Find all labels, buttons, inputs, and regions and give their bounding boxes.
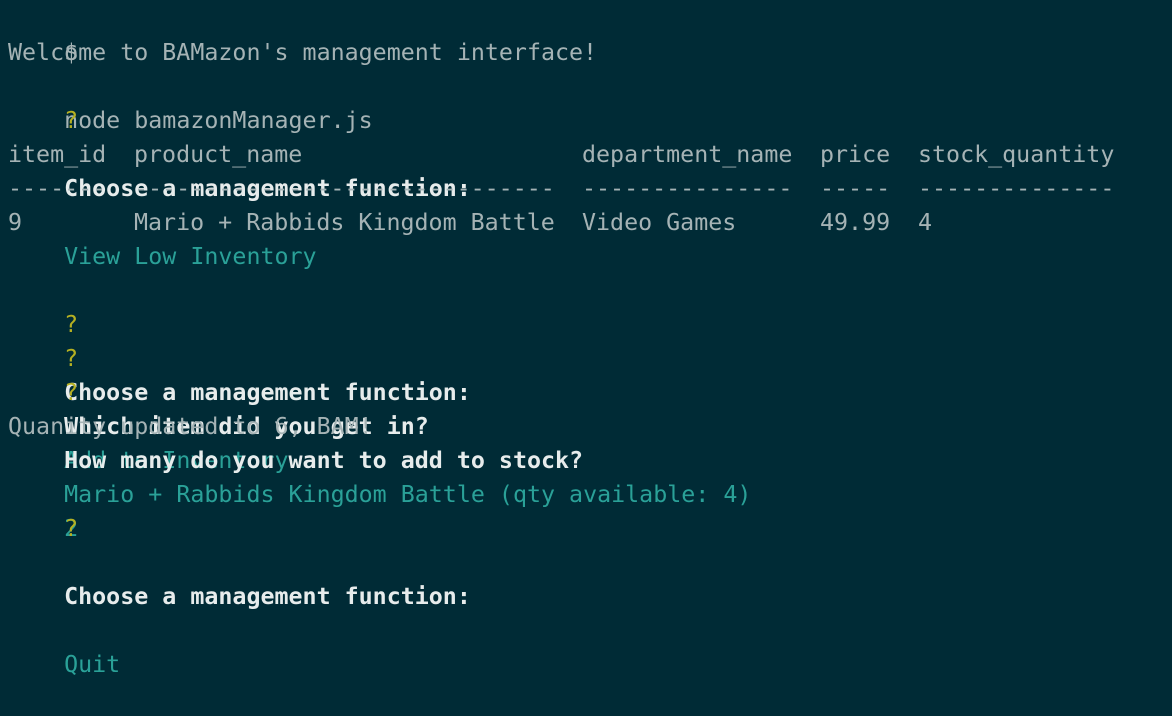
question-mark-icon: ?: [64, 515, 79, 542]
table-separator: --------------: [918, 175, 1115, 202]
command-text: node bamazonManager.js: [64, 107, 373, 134]
prompt-line: ? How many do you want to add to stock? …: [8, 342, 583, 542]
prompt-question: Choose a management function:: [64, 583, 471, 610]
prompt-question: Choose a management function:: [64, 379, 471, 406]
prompt-line: ? Choose a management function: Add to I…: [8, 274, 471, 474]
prompt-line: ? Choose a management function: Quit: [8, 478, 471, 678]
prompt-line: ? Which item did you get in? Mario + Rab…: [8, 308, 751, 508]
table-separator: ------------------------------: [134, 175, 555, 202]
question-mark-icon: ?: [64, 379, 79, 406]
table-separator: -------: [8, 175, 107, 202]
table-cell-product-name: Mario + Rabbids Kingdom Battle: [134, 209, 555, 236]
table-header-price: price: [820, 141, 891, 168]
question-mark-icon: ?: [64, 107, 79, 134]
table-separator: ---------------: [582, 175, 793, 202]
table-header-item-id: item_id: [8, 141, 107, 168]
welcome-message: Welcome to BAMazon's management interfac…: [8, 39, 598, 66]
table-cell-price: 49.99: [820, 209, 891, 236]
table-header-product-name: product_name: [134, 141, 303, 168]
table-header-stock-quantity: stock_quantity: [918, 141, 1115, 168]
prompt-answer: View Low Inventory: [64, 243, 317, 270]
table-separator: -----: [820, 175, 891, 202]
status-message: Quanity updated to 6, BAM!: [8, 413, 373, 440]
prompt-question: How many do you want to add to stock?: [64, 447, 584, 474]
prompt-answer: Quit: [64, 651, 121, 678]
command-line: $ node bamazonManager.js: [8, 2, 373, 134]
table-cell-department-name: Video Games: [582, 209, 737, 236]
table-cell-stock-quantity: 4: [918, 209, 933, 236]
terminal-window[interactable]: $ node bamazonManager.js Welcome to BAMa…: [0, 0, 1172, 678]
table-cell-item-id: 9: [8, 209, 23, 236]
table-header-department-name: department_name: [582, 141, 793, 168]
prompt-line: ? Choose a management function: View Low…: [8, 70, 471, 270]
